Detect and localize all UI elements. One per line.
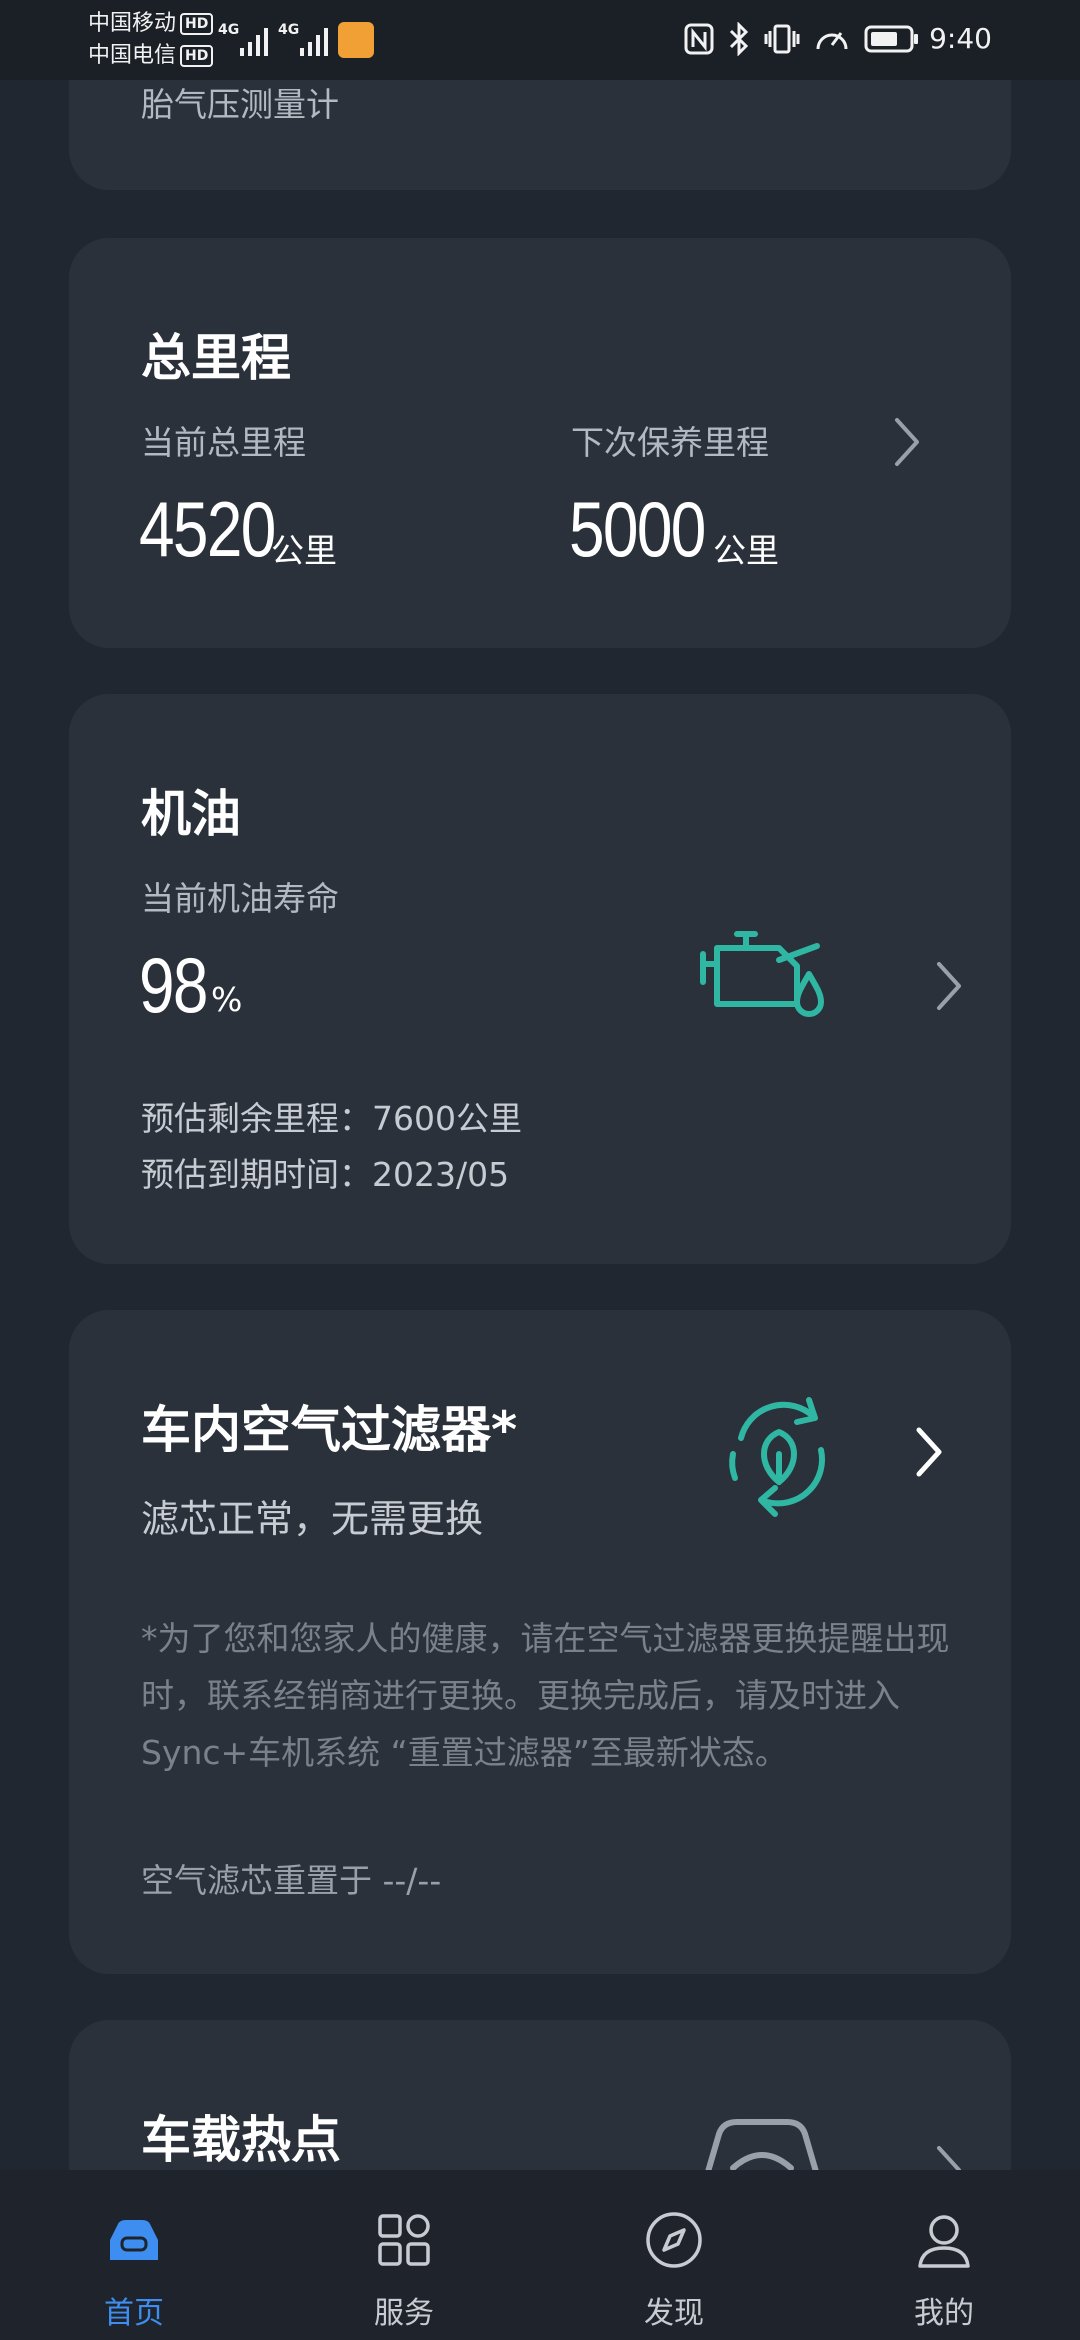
air-filter-note: *为了您和您家人的健康，请在空气过滤器更换提醒出现时，联系经销商进行更换。更换完… <box>141 1619 950 1772</box>
oil-life-label: 当前机油寿命 <box>141 879 339 918</box>
nav-profile[interactable]: 我的 <box>844 2170 1044 2340</box>
grid-icon <box>378 2214 430 2266</box>
carrier-2-name: 中国电信 <box>88 43 177 68</box>
due-date: 预估到期时间：2023/05 <box>141 1155 510 1194</box>
remaining-mileage: 预估剩余里程：7600公里 <box>141 1099 522 1138</box>
chevron-right-icon[interactable] <box>909 1422 949 1482</box>
chevron-right-icon[interactable] <box>929 956 969 1016</box>
compass-icon <box>646 2212 702 2268</box>
hotspot-title: 车载热点 <box>141 2111 341 2169</box>
nav-services[interactable]: 服务 <box>304 2170 504 2340</box>
signal-2-label: 4G <box>278 22 300 38</box>
signal-1-label: 4G <box>218 22 240 38</box>
air-filter-reset-info: 空气滤芯重置于 --/-- <box>141 1861 442 1900</box>
oil-life-value: 98 <box>139 941 209 1029</box>
carrier-2: 中国电信 HD <box>88 42 214 70</box>
bluetooth-icon <box>729 22 749 56</box>
nav-discover[interactable]: 发现 <box>574 2170 774 2340</box>
nav-home-label: 首页 <box>104 2296 164 2331</box>
oil-card[interactable]: 机油 当前机油寿命 98 % 预估剩余里程：7600公里 预估到期时间：2023… <box>69 694 1011 1264</box>
battery-icon <box>864 25 918 53</box>
carrier-1: 中国移动 HD <box>88 10 214 38</box>
air-filter-title: 车内空气过滤器* <box>141 1401 518 1459</box>
filter-recycle-icon <box>729 1397 826 1517</box>
next-service-label: 下次保养里程 <box>571 423 769 462</box>
status-icons <box>684 22 920 56</box>
next-service-unit: 公里 <box>713 531 779 570</box>
person-icon <box>918 2215 970 2268</box>
chevron-right-icon[interactable] <box>887 412 927 472</box>
nav-discover-label: 发现 <box>644 2296 704 2331</box>
nav-services-label: 服务 <box>374 2296 434 2331</box>
nfc-icon <box>684 23 714 55</box>
status-bar: 中国移动 HD 中国电信 HD 4G 4G 9:40 <box>0 0 1080 80</box>
current-mileage-label: 当前总里程 <box>141 423 306 462</box>
next-service-value: 5000 <box>569 485 706 573</box>
mileage-card[interactable]: 总里程 当前总里程 4520 公里 下次保养里程 5000 公里 <box>69 238 1011 648</box>
oil-title: 机油 <box>141 785 241 843</box>
speed-icon <box>816 32 848 50</box>
air-filter-card[interactable]: 车内空气过滤器* 滤芯正常，无需更换 *为了您和您家人的健康，请在空气过滤器更换… <box>69 1310 1011 1974</box>
vibrate-icon <box>764 24 800 54</box>
hd-badge: HD <box>180 45 214 67</box>
screen: 中国移动 HD 中国电信 HD 4G 4G 9:40 胎气压测量计 总里程 当前… <box>0 0 1080 2340</box>
nav-home[interactable]: 首页 <box>34 2170 234 2340</box>
oil-life-unit: % <box>211 980 243 1019</box>
bottom-nav: 首页 服务 发现 我的 <box>0 2170 1080 2340</box>
app-notification-icon <box>338 22 374 58</box>
hd-badge: HD <box>180 13 214 35</box>
clock: 9:40 <box>929 22 992 55</box>
current-mileage-unit: 公里 <box>271 531 337 570</box>
mileage-title: 总里程 <box>141 329 291 387</box>
tire-pressure-label: 胎气压测量计 <box>141 85 339 124</box>
current-mileage-value: 4520 <box>139 485 276 573</box>
air-filter-status: 滤芯正常，无需更换 <box>141 1497 484 1541</box>
car-icon <box>110 2220 158 2260</box>
carrier-1-name: 中国移动 <box>88 11 177 36</box>
oil-can-icon <box>700 931 824 1017</box>
nav-profile-label: 我的 <box>914 2296 974 2331</box>
